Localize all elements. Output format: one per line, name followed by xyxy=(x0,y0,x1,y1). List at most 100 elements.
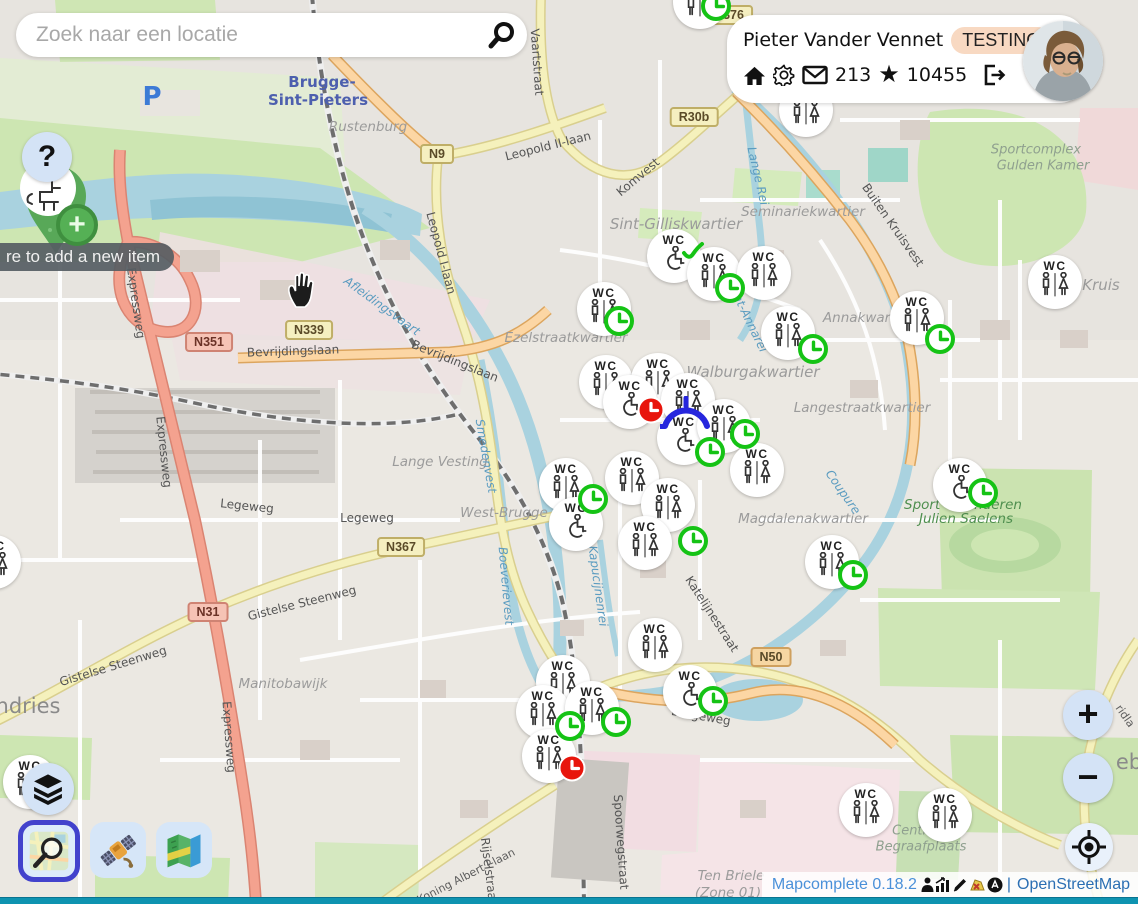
user-avatar[interactable] xyxy=(1023,21,1103,101)
user-icon[interactable] xyxy=(921,877,934,892)
male-female-pictogram-icon xyxy=(790,100,822,126)
marker-wc-label: WC xyxy=(906,296,929,308)
toilet-marker-mf[interactable]: WC xyxy=(618,516,672,570)
marker-wc-label: WC xyxy=(677,378,700,390)
messages-button[interactable] xyxy=(802,65,828,85)
minus-icon: − xyxy=(1077,759,1098,795)
add-item-plus-button[interactable]: + xyxy=(56,204,98,246)
app-version-link[interactable]: Mapcomplete 0.18.2 xyxy=(772,876,917,894)
marker-wc-label: WC xyxy=(855,788,878,800)
marker-wc-label: WC xyxy=(746,448,769,460)
opening-hours-open-icon xyxy=(601,707,631,737)
layers-button[interactable] xyxy=(22,763,74,815)
marker-wc-label: WC xyxy=(621,456,644,468)
male-female-pictogram-icon xyxy=(748,263,780,289)
male-female-pictogram-icon xyxy=(652,495,684,521)
messages-count: 213 xyxy=(835,64,871,86)
settings-button[interactable] xyxy=(773,64,795,86)
logout-icon xyxy=(982,64,1006,86)
marker-wc-label: WC xyxy=(753,251,776,263)
plus-icon: + xyxy=(68,210,86,240)
marker-wc-label: WC xyxy=(821,540,844,552)
male-female-pictogram-icon xyxy=(1039,272,1071,298)
search-input[interactable] xyxy=(34,22,477,48)
search-icon xyxy=(487,20,517,50)
satellite-icon xyxy=(96,828,140,872)
marker-wc-label: WC xyxy=(581,686,604,698)
marker-wc-label: WC xyxy=(713,404,736,416)
pencil-icon[interactable] xyxy=(952,877,968,893)
opening-hours-open-icon xyxy=(730,419,760,449)
marker-wc-label: WC xyxy=(679,670,702,682)
toilet-marker-mf[interactable]: WC xyxy=(839,783,893,837)
toilet-marker-mf[interactable]: WC xyxy=(0,535,21,589)
crosshair-icon xyxy=(1071,829,1107,865)
home-icon xyxy=(743,65,766,86)
zoom-in-button[interactable]: + xyxy=(1063,690,1113,740)
add-item-tooltip-text: re to add a new item xyxy=(6,247,160,267)
mapcomplete-app: Brugge-Sint-PietersRustenburgPVaartstraa… xyxy=(0,0,1138,904)
logout-button[interactable] xyxy=(982,64,1006,86)
osm-attribution-link[interactable]: OpenStreetMap xyxy=(1017,876,1130,894)
map-markers-layer: WC WC WC WC WC WC WC WC WC WC WC WC WC WC WC WC WC WC WC WC… xyxy=(0,0,1138,904)
basemap-osm-button[interactable] xyxy=(18,820,80,882)
marker-wc-label: WC xyxy=(777,311,800,323)
marker-wc-label: WC xyxy=(934,793,957,805)
toilet-marker-mf[interactable]: WC xyxy=(737,246,791,300)
opening-hours-open-icon xyxy=(838,560,868,590)
opening-hours-open-icon xyxy=(555,711,585,741)
add-item-tooltip: re to add a new item xyxy=(0,243,174,271)
male-female-pictogram-icon xyxy=(0,552,10,578)
changes-count: 10455 xyxy=(907,64,967,86)
marker-wc-label: WC xyxy=(1044,260,1067,272)
help-label: ? xyxy=(38,140,56,174)
attribution-separator: | xyxy=(1007,876,1011,894)
marker-wc-label: WC xyxy=(552,660,575,672)
geolocate-button[interactable] xyxy=(1065,823,1113,871)
toilet-marker-mf[interactable]: WC xyxy=(730,443,784,497)
marker-wc-label: WC xyxy=(593,287,616,299)
opening-hours-open-icon xyxy=(695,437,725,467)
male-female-pictogram-icon xyxy=(616,468,648,494)
opening-hours-open-icon xyxy=(968,478,998,508)
plus-icon: + xyxy=(1077,696,1098,732)
opening-hours-open-icon xyxy=(698,686,728,716)
help-button[interactable]: ? xyxy=(22,132,72,182)
male-female-pictogram-icon xyxy=(741,460,773,486)
toilet-marker-mf[interactable]: WC xyxy=(628,618,682,672)
layers-icon xyxy=(31,773,65,805)
search-button[interactable] xyxy=(477,13,527,57)
basemap-foldedmap-button[interactable] xyxy=(156,822,212,878)
marker-wc-label: WC xyxy=(673,416,696,428)
basemap-selector xyxy=(18,822,212,882)
attribution-bar: Mapcomplete 0.18.2 | OpenStreetMap xyxy=(762,872,1138,897)
opening-hours-open-icon xyxy=(925,324,955,354)
opening-hours-closed-icon xyxy=(559,755,586,782)
location-search-bar xyxy=(16,13,527,57)
marker-wc-label: WC xyxy=(532,690,555,702)
bottom-strip xyxy=(0,897,1138,904)
map-flag-icon[interactable] xyxy=(969,877,986,893)
attribution-icons xyxy=(921,877,1003,893)
basemap-satellite-button[interactable] xyxy=(90,822,146,878)
opening-hours-open-icon xyxy=(678,526,708,556)
opening-hours-open-icon xyxy=(604,306,634,336)
avatar-photo xyxy=(1023,21,1103,101)
gear-icon xyxy=(773,64,795,86)
mastodon-icon[interactable] xyxy=(987,877,1003,893)
zoom-out-button[interactable]: − xyxy=(1063,753,1113,803)
toilet-marker-mf[interactable]: WC xyxy=(918,788,972,842)
user-name: Pieter Vander Vennet xyxy=(743,29,943,51)
home-button[interactable] xyxy=(743,65,766,86)
toilet-marker-mf[interactable]: WC xyxy=(1028,255,1082,309)
opening-hours-closed-icon xyxy=(638,397,665,424)
male-female-pictogram-icon xyxy=(629,533,661,559)
marker-wc-label: WC xyxy=(634,521,657,533)
marker-wc-label: WC xyxy=(647,358,670,370)
marker-wc-label: WC xyxy=(644,623,667,635)
marker-wc-label: WC xyxy=(595,360,618,372)
stats-icon[interactable] xyxy=(935,877,951,892)
male-female-pictogram-icon xyxy=(639,635,671,661)
male-female-pictogram-icon xyxy=(929,805,961,831)
changes-button[interactable]: ★ xyxy=(878,63,900,87)
